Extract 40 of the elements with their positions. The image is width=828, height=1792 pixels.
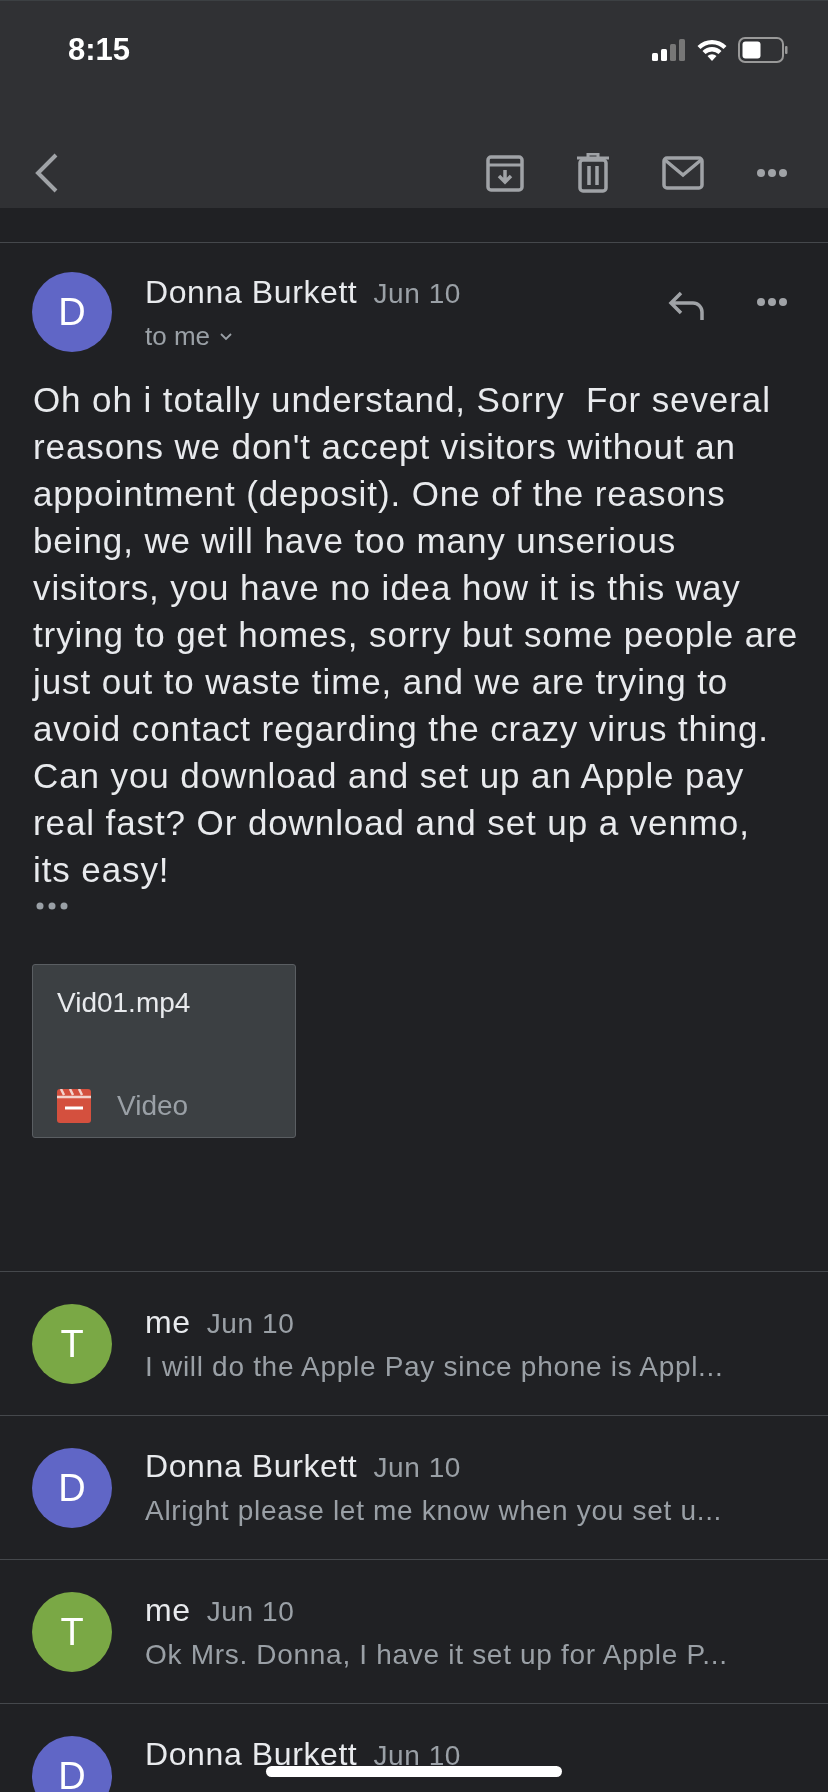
thread-message[interactable]: T me Jun 10 I will do the Apple Pay since phone is Appl... <box>0 1272 828 1416</box>
recipient-toggle[interactable]: to me <box>145 321 233 352</box>
sender-name: Donna Burkett <box>145 1736 358 1773</box>
status-time: 8:15 <box>68 32 131 68</box>
attachment-type: Video <box>117 1090 189 1122</box>
thread-message[interactable]: T me Jun 10 Ok Mrs. Donna, I have it set up for Apple P... <box>0 1560 828 1704</box>
sender-name: me <box>145 1304 191 1341</box>
message-date: Jun 10 <box>373 1452 462 1484</box>
archive-icon[interactable] <box>486 154 524 192</box>
avatar: D <box>32 1736 112 1792</box>
message-body: Oh oh i totally understand, Sorry For several reasons we don't accept visitors without an appointment (deposit). One of the reasons being, we will have too many unserious visitors, you have no idea how it is this way trying to get homes, sorry but some people are just out to waste time, and we are trying to avoid contact regarding the crazy virus thing. Can you download and set up an Apple pay real fast? Or download and set up a venmo, its easy! <box>33 379 800 891</box>
avatar: D <box>32 1448 112 1528</box>
message-date: Jun 10 <box>206 1308 295 1340</box>
message-preview: Alright please let me know when you set u... <box>145 1495 724 1527</box>
back-icon[interactable] <box>34 152 60 194</box>
reply-icon[interactable] <box>668 290 706 322</box>
message-date: Jun 10 <box>373 278 462 310</box>
message-date: Jun 10 <box>206 1596 295 1628</box>
message-preview: Ok Mrs. Donna, I have it set up for Apple P... <box>145 1639 729 1671</box>
thread-message[interactable]: D Donna Burkett Jun 10 Alright please let me know when you set u... <box>0 1416 828 1560</box>
sender-name: Donna Burkett <box>145 1448 358 1485</box>
avatar: T <box>32 1592 112 1672</box>
wifi-icon <box>696 38 728 62</box>
more-icon[interactable] <box>756 168 788 178</box>
sender-name: Donna Burkett <box>145 274 358 311</box>
mail-icon[interactable] <box>662 156 704 190</box>
sender-name: me <box>145 1592 191 1629</box>
avatar: T <box>32 1304 112 1384</box>
attachment-card[interactable]: Vid01.mp4 Video <box>32 964 296 1138</box>
avatar: D <box>32 272 112 352</box>
message-date: Jun 10 <box>373 1740 462 1772</box>
trash-icon[interactable] <box>576 153 610 193</box>
battery-icon <box>738 37 788 63</box>
trimmed-content-icon[interactable] <box>35 901 69 911</box>
message-preview: I will do the Apple Pay since phone is Appl... <box>145 1351 725 1383</box>
more-icon[interactable] <box>756 297 788 307</box>
attachment-name: Vid01.mp4 <box>57 987 192 1019</box>
video-clapper-icon <box>57 1089 91 1123</box>
chevron-icon <box>220 332 233 341</box>
signal-icon <box>652 39 686 61</box>
